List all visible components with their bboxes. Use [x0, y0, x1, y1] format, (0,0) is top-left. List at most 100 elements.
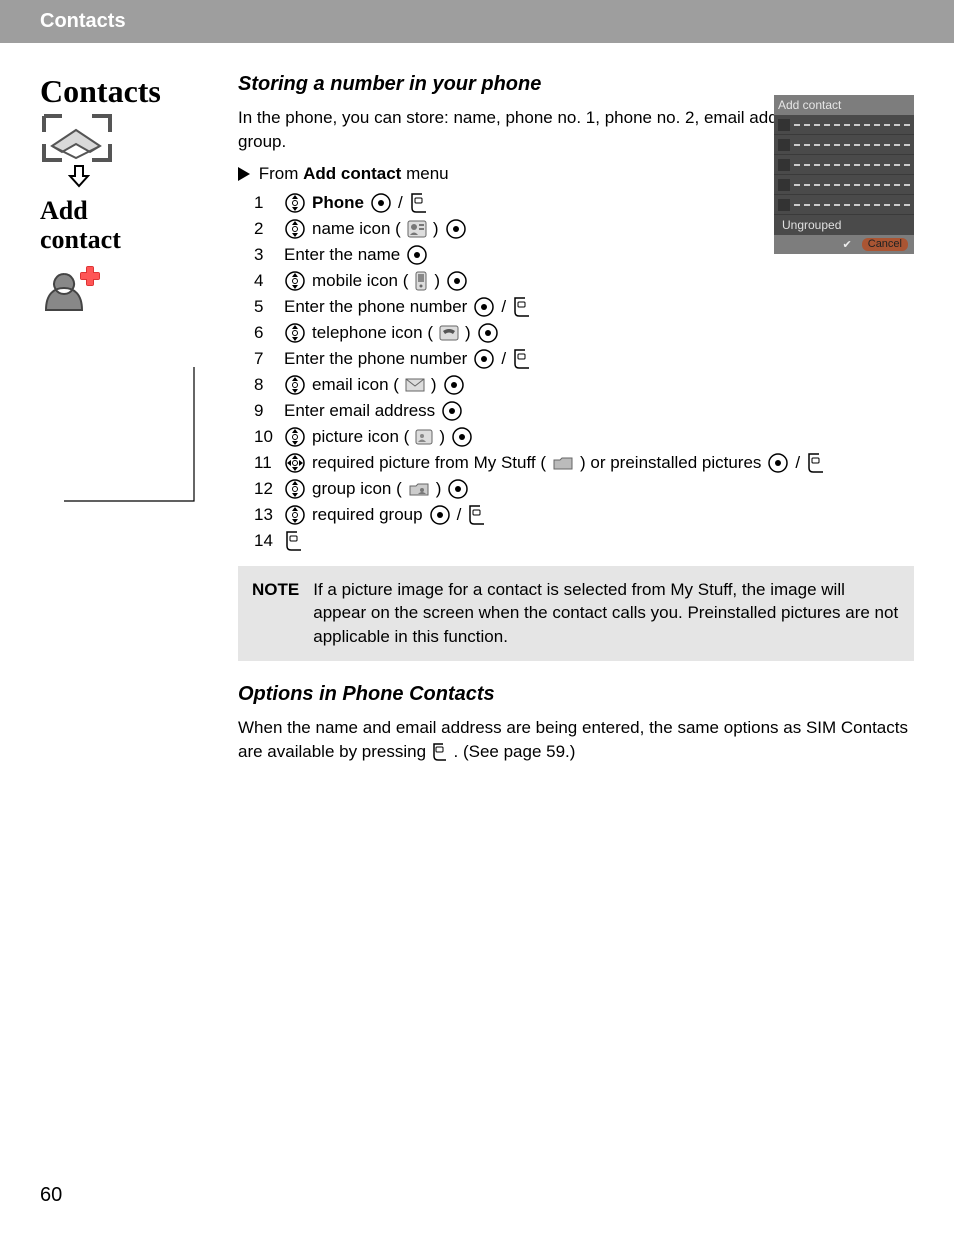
mobile-icon	[414, 271, 428, 291]
nav-updown-icon	[284, 192, 306, 214]
slash: /	[501, 297, 506, 317]
softkey-icon	[512, 296, 532, 318]
heading-storing: Storing a number in your phone	[238, 73, 914, 96]
arrowhead-icon	[238, 167, 250, 181]
step1-text: Phone	[312, 193, 364, 213]
softkey-icon	[512, 348, 532, 370]
center-dot-icon	[473, 296, 495, 318]
center-dot-icon	[446, 270, 468, 292]
step12-b: )	[436, 479, 442, 499]
center-dot-icon	[451, 426, 473, 448]
step-8: 8 email icon ( )	[254, 374, 914, 396]
softkey-icon	[467, 504, 487, 526]
center-dot-icon	[447, 478, 469, 500]
nav-updown-icon	[284, 322, 306, 344]
center-dot-icon	[445, 218, 467, 240]
step13-text: required group	[312, 505, 423, 525]
step11-a: required picture from My Stuff (	[312, 453, 546, 473]
options-body: When the name and email address are bein…	[238, 716, 914, 764]
nav-updown-icon	[284, 270, 306, 292]
slash: /	[398, 193, 403, 213]
step10-a: picture icon (	[312, 427, 409, 447]
softkey-icon	[284, 530, 304, 552]
step-9: 9 Enter email address	[254, 400, 914, 422]
step3-text: Enter the name	[284, 245, 400, 265]
group-icon	[408, 481, 430, 497]
softkey-icon	[431, 742, 449, 762]
page-number: 60	[40, 1184, 62, 1207]
step4-b: )	[434, 271, 440, 291]
note-text: If a picture image for a contact is sele…	[313, 578, 900, 649]
step8-b: )	[431, 375, 437, 395]
down-arrow-icon	[68, 164, 210, 195]
step-10: 10 picture icon ( )	[254, 426, 914, 448]
picture-icon	[415, 429, 433, 445]
preview-row	[774, 195, 914, 215]
page-header: Contacts	[0, 0, 954, 43]
telephone-icon	[439, 325, 459, 341]
step-7: 7 Enter the phone number /	[254, 348, 914, 370]
step2-a: name icon (	[312, 219, 401, 239]
center-dot-icon	[441, 400, 463, 422]
nav-updown-icon	[284, 478, 306, 500]
sidebar-title: Contacts	[40, 73, 210, 110]
step11-b: ) or preinstalled pictures	[580, 453, 761, 473]
center-dot-icon	[370, 192, 392, 214]
step12-a: group icon (	[312, 479, 402, 499]
slash: /	[795, 453, 800, 473]
step8-a: email icon (	[312, 375, 399, 395]
step2-b: )	[433, 219, 439, 239]
step-4: 4 mobile icon ( )	[254, 270, 914, 292]
step10-b: )	[439, 427, 445, 447]
step-12: 12 group icon ( )	[254, 478, 914, 500]
preview-footer: ✔ Cancel	[774, 235, 914, 254]
step-13: 13 required group /	[254, 504, 914, 526]
step9-text: Enter email address	[284, 401, 435, 421]
softkey-icon	[409, 192, 429, 214]
from-suffix: menu	[401, 164, 448, 183]
step-11: 11 required picture from My Stuff ( ) or…	[254, 452, 914, 474]
preview-ungrouped: Ungrouped	[774, 215, 914, 235]
nav-4way-icon	[284, 452, 306, 474]
header-section-title: Contacts	[40, 10, 126, 32]
step6-b: )	[465, 323, 471, 343]
nav-updown-icon	[284, 504, 306, 526]
preview-row	[774, 135, 914, 155]
phone-preview: Add contact Ungrouped ✔ Cancel	[774, 95, 914, 254]
note-label: NOTE	[252, 578, 299, 649]
softkey-icon	[806, 452, 826, 474]
email-icon	[405, 378, 425, 392]
note-box: NOTE If a picture image for a contact is…	[238, 566, 914, 661]
center-dot-icon	[473, 348, 495, 370]
add-text-line2: contact	[40, 225, 121, 254]
step4-a: mobile icon (	[312, 271, 408, 291]
center-dot-icon	[477, 322, 499, 344]
nav-updown-icon	[284, 426, 306, 448]
name-icon	[407, 220, 427, 238]
center-dot-icon	[443, 374, 465, 396]
center-dot-icon	[767, 452, 789, 474]
add-text-line1: Add	[40, 196, 88, 225]
preview-row	[774, 155, 914, 175]
step-14: 14	[254, 530, 914, 552]
step5-text: Enter the phone number	[284, 297, 467, 317]
step-6: 6 telephone icon ( )	[254, 322, 914, 344]
slash: /	[501, 349, 506, 369]
step7-text: Enter the phone number	[284, 349, 467, 369]
nav-updown-icon	[284, 374, 306, 396]
from-prefix: From	[259, 164, 303, 183]
preview-check-icon: ✔	[843, 238, 852, 251]
heading-options: Options in Phone Contacts	[238, 683, 914, 706]
step6-a: telephone icon (	[312, 323, 433, 343]
sidebar: Contacts Add contact	[40, 73, 210, 774]
preview-ungrouped-label: Ungrouped	[782, 218, 841, 232]
folder-icon	[552, 455, 574, 471]
center-dot-icon	[406, 244, 428, 266]
slash: /	[457, 505, 462, 525]
add-contact-silhouette-icon	[40, 258, 210, 317]
preview-title: Add contact	[774, 95, 914, 115]
center-dot-icon	[429, 504, 451, 526]
sim-chip-icon	[42, 114, 112, 162]
sidebar-subtitle: Add contact	[40, 197, 210, 254]
nav-updown-icon	[284, 218, 306, 240]
